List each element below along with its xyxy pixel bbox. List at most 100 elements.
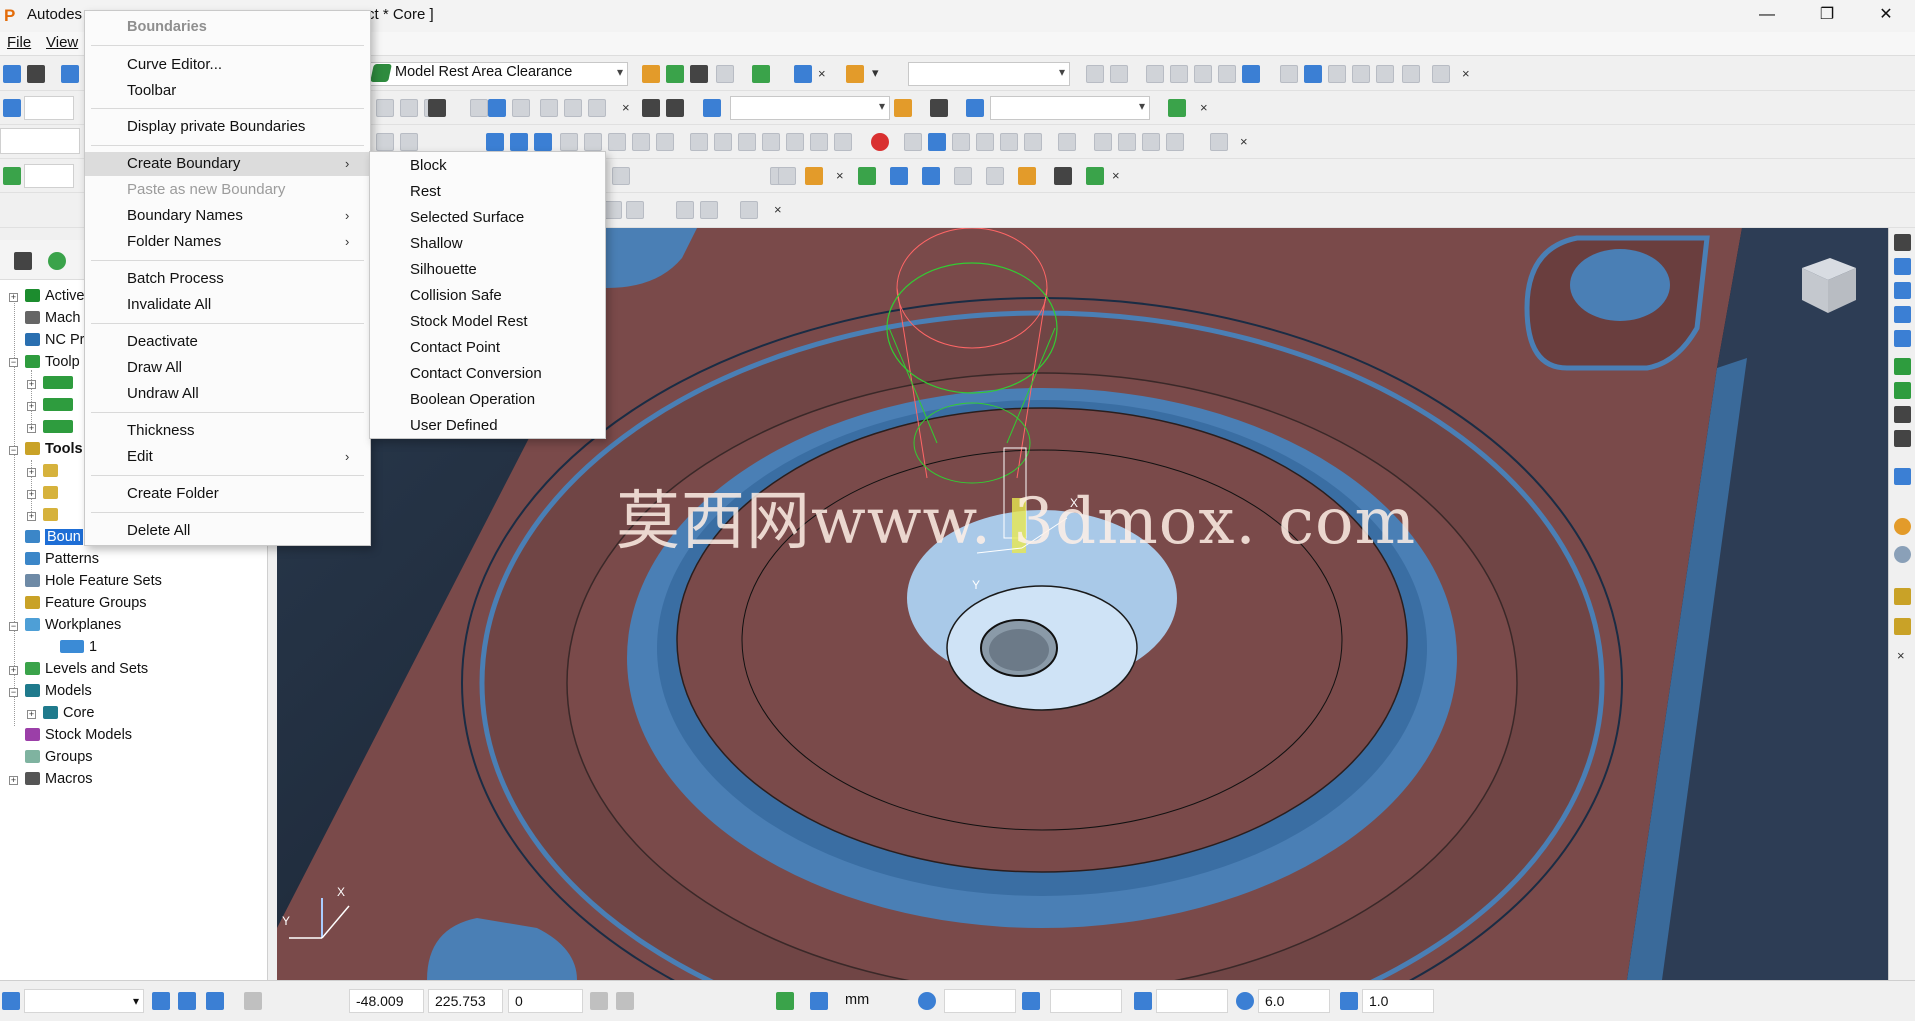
tree-item-tool-3[interactable] bbox=[43, 507, 63, 527]
open-project-icon[interactable] bbox=[3, 65, 21, 83]
tool-icon-11[interactable] bbox=[690, 133, 708, 151]
sim-icon-2[interactable] bbox=[928, 133, 946, 151]
tree-item-machine[interactable]: Mach bbox=[25, 310, 80, 330]
calculator-icon[interactable] bbox=[690, 65, 708, 83]
light-sphere-icon[interactable] bbox=[1894, 518, 1911, 535]
view-front-icon[interactable] bbox=[1894, 282, 1911, 299]
submenu-item-block[interactable]: Block bbox=[370, 154, 605, 178]
workplane-origin-icon[interactable] bbox=[1022, 992, 1040, 1010]
misc-icon-3[interactable] bbox=[676, 201, 694, 219]
status-view-icon-1[interactable] bbox=[152, 992, 170, 1010]
submenu-item-stock-model-rest[interactable]: Stock Model Rest bbox=[370, 310, 605, 334]
submenu-item-rest[interactable]: Rest bbox=[370, 180, 605, 204]
model-view-icon[interactable] bbox=[794, 65, 812, 83]
circle-check-icon[interactable] bbox=[954, 167, 972, 185]
save-stock-icon[interactable] bbox=[1054, 167, 1072, 185]
tool-icon-1[interactable] bbox=[376, 133, 394, 151]
sim-icon-6[interactable] bbox=[1024, 133, 1042, 151]
view-icon-8[interactable] bbox=[1280, 65, 1298, 83]
refresh-view-icon[interactable] bbox=[1894, 382, 1911, 399]
sim-control-3[interactable] bbox=[805, 167, 823, 185]
globe-icon[interactable] bbox=[48, 252, 66, 270]
tree-expander[interactable]: − bbox=[9, 622, 18, 631]
grid-snap-icon[interactable] bbox=[244, 992, 262, 1010]
tree-item-workplane-1[interactable]: 1 bbox=[60, 639, 97, 659]
sim-icon-5[interactable] bbox=[1000, 133, 1018, 151]
menu-item-boundary-names[interactable]: Boundary Names › bbox=[85, 204, 370, 228]
x-coordinate-field[interactable]: -48.009 bbox=[349, 989, 424, 1013]
workplane-status-icon[interactable] bbox=[2, 992, 20, 1010]
tree-expander[interactable]: + bbox=[27, 468, 36, 477]
view-icon-11[interactable] bbox=[1352, 65, 1370, 83]
menu-item-batch-process[interactable]: Batch Process bbox=[85, 267, 370, 291]
view-icon-10[interactable] bbox=[1328, 65, 1346, 83]
sim-icon-8[interactable] bbox=[1094, 133, 1112, 151]
workplane-combo[interactable] bbox=[24, 96, 74, 120]
tool-icon-5[interactable] bbox=[534, 133, 552, 151]
import-model-icon[interactable] bbox=[61, 65, 79, 83]
tree-item-groups[interactable]: Groups bbox=[25, 749, 93, 769]
shaded-icon[interactable] bbox=[1894, 430, 1911, 447]
maximize-button[interactable]: ❐ bbox=[1804, 0, 1850, 32]
status-field-blank-3[interactable] bbox=[1156, 989, 1228, 1013]
crosshair-icon[interactable] bbox=[918, 992, 936, 1010]
view-icon-2[interactable] bbox=[1110, 65, 1128, 83]
tolerance-field[interactable]: 1.0 bbox=[1362, 989, 1434, 1013]
tree-expander[interactable]: + bbox=[27, 424, 36, 433]
close-toolbar-icon[interactable]: × bbox=[1200, 100, 1208, 115]
menu-item-undraw-all[interactable]: Undraw All bbox=[85, 382, 370, 406]
edit-icon-7[interactable] bbox=[512, 99, 530, 117]
view-icon-12[interactable] bbox=[1376, 65, 1394, 83]
save-project-icon[interactable] bbox=[27, 65, 45, 83]
sim-icon-3[interactable] bbox=[952, 133, 970, 151]
record-icon[interactable] bbox=[871, 133, 889, 151]
tool-icon-4[interactable] bbox=[510, 133, 528, 151]
layer-icon[interactable] bbox=[966, 99, 984, 117]
tolerance-icon[interactable] bbox=[1340, 992, 1358, 1010]
toolpath-strategies-icon[interactable] bbox=[666, 65, 684, 83]
tree-view-icon[interactable] bbox=[14, 252, 32, 270]
sim-icon-9[interactable] bbox=[1118, 133, 1136, 151]
tool-diameter-field[interactable]: 6.0 bbox=[1258, 989, 1330, 1013]
stock-icon[interactable] bbox=[3, 167, 21, 185]
view-icon-9[interactable] bbox=[1304, 65, 1322, 83]
sim-icon-1[interactable] bbox=[904, 133, 922, 151]
level-combo[interactable]: ▾ bbox=[730, 96, 890, 120]
status-view-icon-2[interactable] bbox=[178, 992, 196, 1010]
sim-control-2[interactable] bbox=[778, 167, 796, 185]
misc-icon-5[interactable] bbox=[740, 201, 758, 219]
wireframe-icon[interactable] bbox=[1894, 406, 1911, 423]
model-shading-icon[interactable] bbox=[1894, 468, 1911, 485]
view-side-icon[interactable] bbox=[1894, 306, 1911, 323]
edit-icon-8[interactable] bbox=[540, 99, 558, 117]
submenu-item-selected-surface[interactable]: Selected Surface bbox=[370, 206, 605, 230]
workplane-status-combo[interactable]: ▾ bbox=[24, 989, 144, 1013]
layer-combo[interactable]: ▾ bbox=[990, 96, 1150, 120]
tree-item-boundaries[interactable]: Boun bbox=[25, 529, 83, 549]
folder-icon[interactable] bbox=[703, 99, 721, 117]
tool-status-icon[interactable] bbox=[1134, 992, 1152, 1010]
resize-to-fit-icon[interactable] bbox=[752, 65, 770, 83]
tree-item-tool-2[interactable] bbox=[43, 485, 63, 505]
tree-item-feature-groups[interactable]: Feature Groups bbox=[25, 595, 147, 615]
status-field-blank-2[interactable] bbox=[1050, 989, 1122, 1013]
tree-expander[interactable]: − bbox=[9, 688, 18, 697]
tree-expander[interactable]: − bbox=[9, 446, 18, 455]
tree-item-toolpath-2[interactable] bbox=[43, 397, 78, 417]
submenu-item-shallow[interactable]: Shallow bbox=[370, 232, 605, 256]
globe-view-icon[interactable] bbox=[1894, 546, 1911, 563]
tool-icon-13[interactable] bbox=[738, 133, 756, 151]
tool-icon-12[interactable] bbox=[714, 133, 732, 151]
tool-icon-9[interactable] bbox=[632, 133, 650, 151]
misc-icon-2[interactable] bbox=[626, 201, 644, 219]
tree-item-stock-models[interactable]: Stock Models bbox=[25, 727, 132, 747]
side-combo-1[interactable] bbox=[0, 128, 80, 154]
grid-icon[interactable] bbox=[642, 99, 660, 117]
tool-icon-8[interactable] bbox=[608, 133, 626, 151]
menu-item-create-folder[interactable]: Create Folder bbox=[85, 482, 370, 506]
tool-icon-17[interactable] bbox=[834, 133, 852, 151]
tool-icon-14[interactable] bbox=[762, 133, 780, 151]
view-top-icon[interactable] bbox=[1894, 330, 1911, 347]
tree-expander[interactable]: + bbox=[27, 512, 36, 521]
misc-icon-4[interactable] bbox=[700, 201, 718, 219]
